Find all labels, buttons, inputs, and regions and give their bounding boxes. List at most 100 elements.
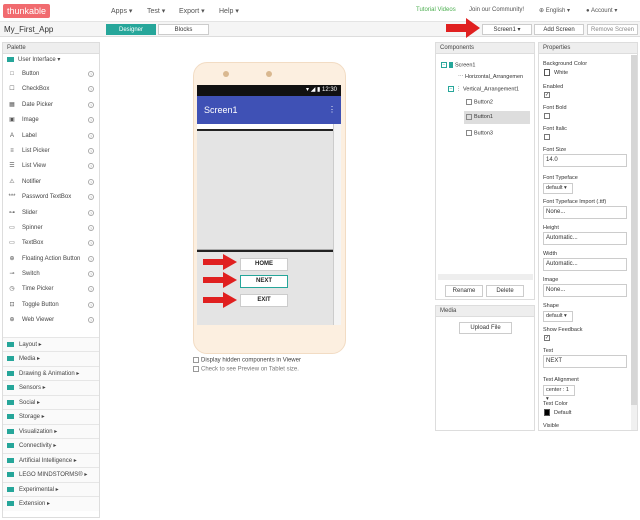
palette-item-checkbox[interactable]: ☐ CheckBox?	[3, 82, 99, 97]
palette-item-password-textbox[interactable]: *** Password TextBox?	[3, 190, 99, 205]
tree-button1[interactable]: Button1	[464, 111, 530, 124]
palette-item-list-view[interactable]: ☰ List View?	[3, 159, 99, 174]
category-visualization[interactable]: Visualization ▸	[3, 423, 99, 439]
home-button[interactable]: HOME	[240, 258, 288, 271]
category-connectivity[interactable]: Connectivity ▸	[3, 438, 99, 453]
image-field[interactable]: None...	[543, 284, 627, 297]
menu-export[interactable]: Export ▾	[179, 7, 205, 15]
palette-item-switch[interactable]: ⊸ Switch?	[3, 267, 99, 282]
category-user-interface[interactable]: User Interface ▾	[3, 54, 99, 67]
add-screen-button[interactable]: Add Screen	[534, 24, 584, 35]
text-alignment-select[interactable]: center : 1 ▾	[543, 385, 575, 402]
font-typeface-select[interactable]: default ▾	[543, 183, 573, 194]
font-bold-checkbox[interactable]	[544, 113, 550, 119]
width-field[interactable]: Automatic...	[543, 258, 627, 271]
help-icon[interactable]: ?	[88, 286, 94, 293]
help-icon[interactable]: ?	[88, 178, 94, 185]
remove-screen-button[interactable]: Remove Screen	[587, 24, 638, 35]
help-icon[interactable]: ?	[88, 224, 94, 231]
delete-button[interactable]: Delete	[486, 285, 524, 297]
category-experimental[interactable]: Experimental ▸	[3, 481, 99, 497]
help-icon[interactable]: ?	[88, 163, 94, 170]
upload-file-button[interactable]: Upload File	[459, 322, 512, 334]
palette-item-textbox[interactable]: ▭ TextBox?	[3, 236, 99, 251]
display-hidden-checkbox[interactable]: Display hidden components in Viewer	[193, 357, 301, 364]
enabled-checkbox[interactable]: ✓	[544, 92, 550, 98]
category-artificial-intelligence[interactable]: Artificial Intelligence ▸	[3, 452, 99, 468]
tree-screen1[interactable]: − Screen1	[441, 62, 476, 68]
tab-designer[interactable]: Designer	[106, 24, 156, 35]
palette-item-button[interactable]: □ Button?	[3, 67, 99, 82]
collapse-icon[interactable]: −	[441, 62, 447, 68]
palette-item-time-picker[interactable]: ◷ Time Picker?	[3, 282, 99, 297]
help-icon[interactable]: ?	[88, 209, 94, 216]
help-icon[interactable]: ?	[88, 86, 94, 93]
horizontal-arrangement[interactable]	[197, 129, 333, 250]
palette-item-label[interactable]: A Label?	[3, 129, 99, 144]
thunkable-logo[interactable]: thunkable	[3, 4, 51, 18]
tutorial-videos-link[interactable]: Tutorial Videos	[416, 7, 456, 13]
help-icon[interactable]: ?	[88, 147, 94, 154]
component-icon: ***	[8, 194, 16, 201]
text-color-swatch[interactable]	[544, 409, 550, 416]
help-icon[interactable]: ?	[88, 240, 94, 247]
language-menu[interactable]: ⊕ English ▾	[539, 7, 570, 14]
palette-item-spinner[interactable]: ▭ Spinner?	[3, 221, 99, 236]
community-link[interactable]: Join our Community!	[469, 7, 524, 13]
font-size-input[interactable]: 14.0	[543, 154, 627, 167]
help-icon[interactable]: ?	[88, 301, 94, 308]
shape-select[interactable]: default ▾	[543, 311, 573, 322]
category-storage[interactable]: Storage ▸	[3, 409, 99, 424]
palette-item-list-picker[interactable]: ≡ List Picker?	[3, 144, 99, 159]
category-sensors[interactable]: Sensors ▸	[3, 380, 99, 395]
palette-item-date-picker[interactable]: ▦ Date Picker?	[3, 98, 99, 113]
category-lego-mindstorms-[interactable]: LEGO MINDSTORMS® ▸	[3, 467, 99, 482]
properties-scrollbar[interactable]	[631, 55, 637, 430]
account-menu[interactable]: ● Account ▾	[586, 7, 617, 14]
tab-blocks[interactable]: Blocks	[158, 24, 209, 35]
category-layout[interactable]: Layout ▸	[3, 336, 99, 352]
help-icon[interactable]: ?	[88, 317, 94, 324]
height-field[interactable]: Automatic...	[543, 232, 627, 245]
help-icon[interactable]: ?	[88, 194, 94, 201]
palette-item-web-viewer[interactable]: ⊕ Web Viewer?	[3, 313, 99, 328]
palette-item-toggle-button[interactable]: ⊡ Toggle Button?	[3, 298, 99, 313]
collapse-icon[interactable]: −	[448, 86, 454, 92]
screen-scrollbar[interactable]	[333, 124, 341, 325]
help-icon[interactable]: ?	[88, 271, 94, 278]
category-label: Social	[19, 399, 36, 406]
palette-item-image[interactable]: ▣ Image?	[3, 113, 99, 128]
components-hscrollbar[interactable]	[438, 274, 533, 280]
scrollbar-thumb[interactable]	[631, 55, 637, 405]
category-media[interactable]: Media ▸	[3, 351, 99, 366]
tree-vertical-arrangement[interactable]: − ⋮ Vertical_Arrangement1	[448, 86, 519, 92]
palette-item-slider[interactable]: ⊶ Slider?	[3, 206, 99, 221]
screen-selector[interactable]: Screen1 ▾	[482, 24, 532, 35]
font-import-field[interactable]: None...	[543, 206, 627, 219]
font-italic-checkbox[interactable]	[544, 134, 550, 140]
tablet-preview-checkbox[interactable]: Check to see Preview on Tablet size.	[193, 366, 299, 373]
tree-button2[interactable]: Button2	[466, 99, 493, 105]
next-button[interactable]: NEXT	[240, 275, 288, 288]
phone-screen[interactable]: ▾ ◢ ▮ 12:30 Screen1 ⋮ HOME NEXT EXIT	[197, 85, 341, 325]
bg-color-swatch[interactable]	[544, 69, 550, 76]
tree-horizontal-arrangement[interactable]: ⋯ Horizontal_Arrangemen	[458, 74, 523, 80]
rename-button[interactable]: Rename	[445, 285, 483, 297]
menu-apps[interactable]: Apps ▾	[111, 7, 132, 15]
menu-test[interactable]: Test ▾	[147, 7, 165, 15]
menu-help[interactable]: Help ▾	[219, 7, 239, 15]
palette-item-notifier[interactable]: ⚠ Notifier?	[3, 175, 99, 190]
help-icon[interactable]: ?	[88, 255, 94, 262]
category-drawing-animation[interactable]: Drawing & Animation ▸	[3, 365, 99, 381]
category-social[interactable]: Social ▸	[3, 394, 99, 410]
text-input[interactable]: NEXT	[543, 355, 627, 368]
help-icon[interactable]: ?	[88, 132, 94, 139]
help-icon[interactable]: ?	[88, 101, 94, 108]
show-feedback-checkbox[interactable]: ✓	[544, 335, 550, 341]
palette-item-floating-action-button[interactable]: ⊕ Floating Action Button?	[3, 252, 99, 267]
help-icon[interactable]: ?	[88, 117, 94, 124]
exit-button[interactable]: EXIT	[240, 294, 288, 307]
tree-button3[interactable]: Button3	[466, 130, 493, 136]
category-extension[interactable]: Extension ▸	[3, 496, 99, 511]
help-icon[interactable]: ?	[88, 71, 94, 77]
